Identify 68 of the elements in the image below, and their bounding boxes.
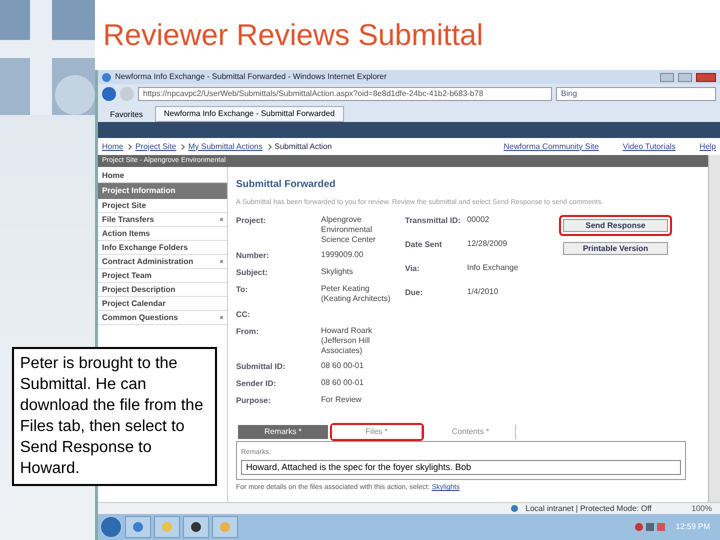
page-title: Submittal Forwarded bbox=[236, 178, 336, 192]
tab[interactable]: Files * bbox=[332, 424, 422, 438]
breadcrumb-link[interactable]: My Submittal Actions bbox=[188, 140, 262, 152]
field-label: To: bbox=[236, 284, 249, 296]
back-button[interactable] bbox=[102, 87, 116, 101]
callout-text: Peter is brought to the Submittal. He can download the file from the Files tab, then select to Send Response to Howard. bbox=[20, 354, 204, 479]
chevron-icon bbox=[126, 144, 132, 150]
sidebar-item[interactable]: Project Calendar bbox=[98, 297, 227, 311]
address-field[interactable]: https://npcavpc2/UserWeb/Submittals/SubmittalAction.aspx?oid=8e8d1dfe-24bc-41b2-b683-b78 bbox=[138, 87, 552, 101]
field-value: Alpengrove Environmental Science Center bbox=[321, 214, 377, 244]
breadcrumb-link[interactable]: Home bbox=[102, 140, 124, 152]
close-button[interactable] bbox=[696, 72, 716, 82]
field-value: 08 60 00-01 bbox=[321, 378, 365, 388]
field-value: Info Exchange bbox=[467, 262, 520, 274]
sidebar-item[interactable]: Common Questions bbox=[98, 311, 227, 325]
action-button[interactable]: Send Response bbox=[563, 218, 668, 232]
field-label: Project: bbox=[236, 214, 267, 227]
window-title: Newforma Info Exchange - Submittal Forwarded - Windows Internet Explorer bbox=[115, 71, 388, 83]
sidebar-item[interactable]: Project Team bbox=[98, 269, 227, 283]
sidebar-item[interactable]: Project Information bbox=[98, 183, 227, 199]
sidebar-item[interactable]: Project Site bbox=[98, 199, 227, 213]
action-button[interactable]: Printable Version bbox=[563, 242, 668, 254]
field-value: For Review bbox=[321, 394, 362, 406]
field-label: Date Sent bbox=[405, 238, 443, 250]
field-label: CC: bbox=[236, 308, 252, 320]
header-link[interactable]: Newforma Community Site bbox=[504, 140, 599, 152]
sidebar-item[interactable]: Contract Administration bbox=[98, 255, 227, 269]
field-label: Submittal ID: bbox=[236, 360, 286, 372]
breadcrumb-link[interactable]: Project Site bbox=[135, 140, 176, 152]
field-label: From: bbox=[236, 326, 260, 338]
field-value: 1999009.00 bbox=[321, 250, 364, 260]
field-value: 12/28/2009 bbox=[467, 238, 508, 250]
remarks-field[interactable]: Howard, Attached is the spec for the foyer skylights. Bob bbox=[241, 460, 681, 475]
field-label: Sender ID: bbox=[236, 378, 278, 390]
field-label: Due: bbox=[405, 286, 424, 298]
globe-icon bbox=[510, 505, 518, 512]
field-label: Via: bbox=[405, 262, 421, 274]
chevron-icon bbox=[179, 144, 186, 150]
field-label: Transmittal ID: bbox=[405, 214, 462, 226]
header-link[interactable]: Video Tutorials bbox=[622, 140, 676, 152]
start-button[interactable] bbox=[100, 516, 122, 538]
browser-tab[interactable]: Newforma Info Exchange - Submittal Forwarded bbox=[154, 106, 344, 122]
field-value: 08 60 00-01 bbox=[321, 360, 365, 372]
minimize-button[interactable] bbox=[660, 72, 674, 82]
sidebar-item[interactable]: File Transfers bbox=[98, 213, 227, 227]
field-label: Subject: bbox=[236, 266, 269, 278]
clock: 12:59 PM bbox=[674, 521, 711, 533]
maximize-button[interactable] bbox=[678, 72, 692, 82]
sidebar-item[interactable]: Action Items bbox=[98, 227, 227, 241]
security-zone: Local intranet | Protected Mode: Off bbox=[526, 502, 652, 514]
field-label: Purpose: bbox=[236, 394, 272, 406]
favorites-button[interactable]: Favorites bbox=[102, 108, 151, 122]
header-link[interactable]: Help bbox=[700, 140, 716, 152]
field-value: Howard Roark (Jefferson Hill Associates) bbox=[321, 326, 374, 356]
zoom-level[interactable]: 100% bbox=[692, 502, 712, 514]
search-field[interactable]: Bing bbox=[556, 87, 716, 101]
field-value: 00002 bbox=[467, 214, 490, 226]
taskbar-app-icon[interactable] bbox=[183, 516, 209, 538]
slide-title: Reviewer Reviews Submittal bbox=[103, 18, 484, 54]
field-label: Number: bbox=[236, 250, 270, 262]
scrollbar[interactable] bbox=[708, 155, 720, 502]
browser-icon bbox=[102, 72, 111, 82]
sidebar-item[interactable]: Info Exchange Folders bbox=[98, 241, 227, 255]
sidebar-item[interactable]: Project Description bbox=[98, 283, 227, 297]
field-value: Peter Keating (Keating Architects) bbox=[321, 284, 392, 304]
field-value: Skylights bbox=[321, 266, 354, 278]
tab[interactable]: Remarks * bbox=[238, 424, 328, 438]
field-value: 1/4/2010 bbox=[467, 286, 500, 298]
